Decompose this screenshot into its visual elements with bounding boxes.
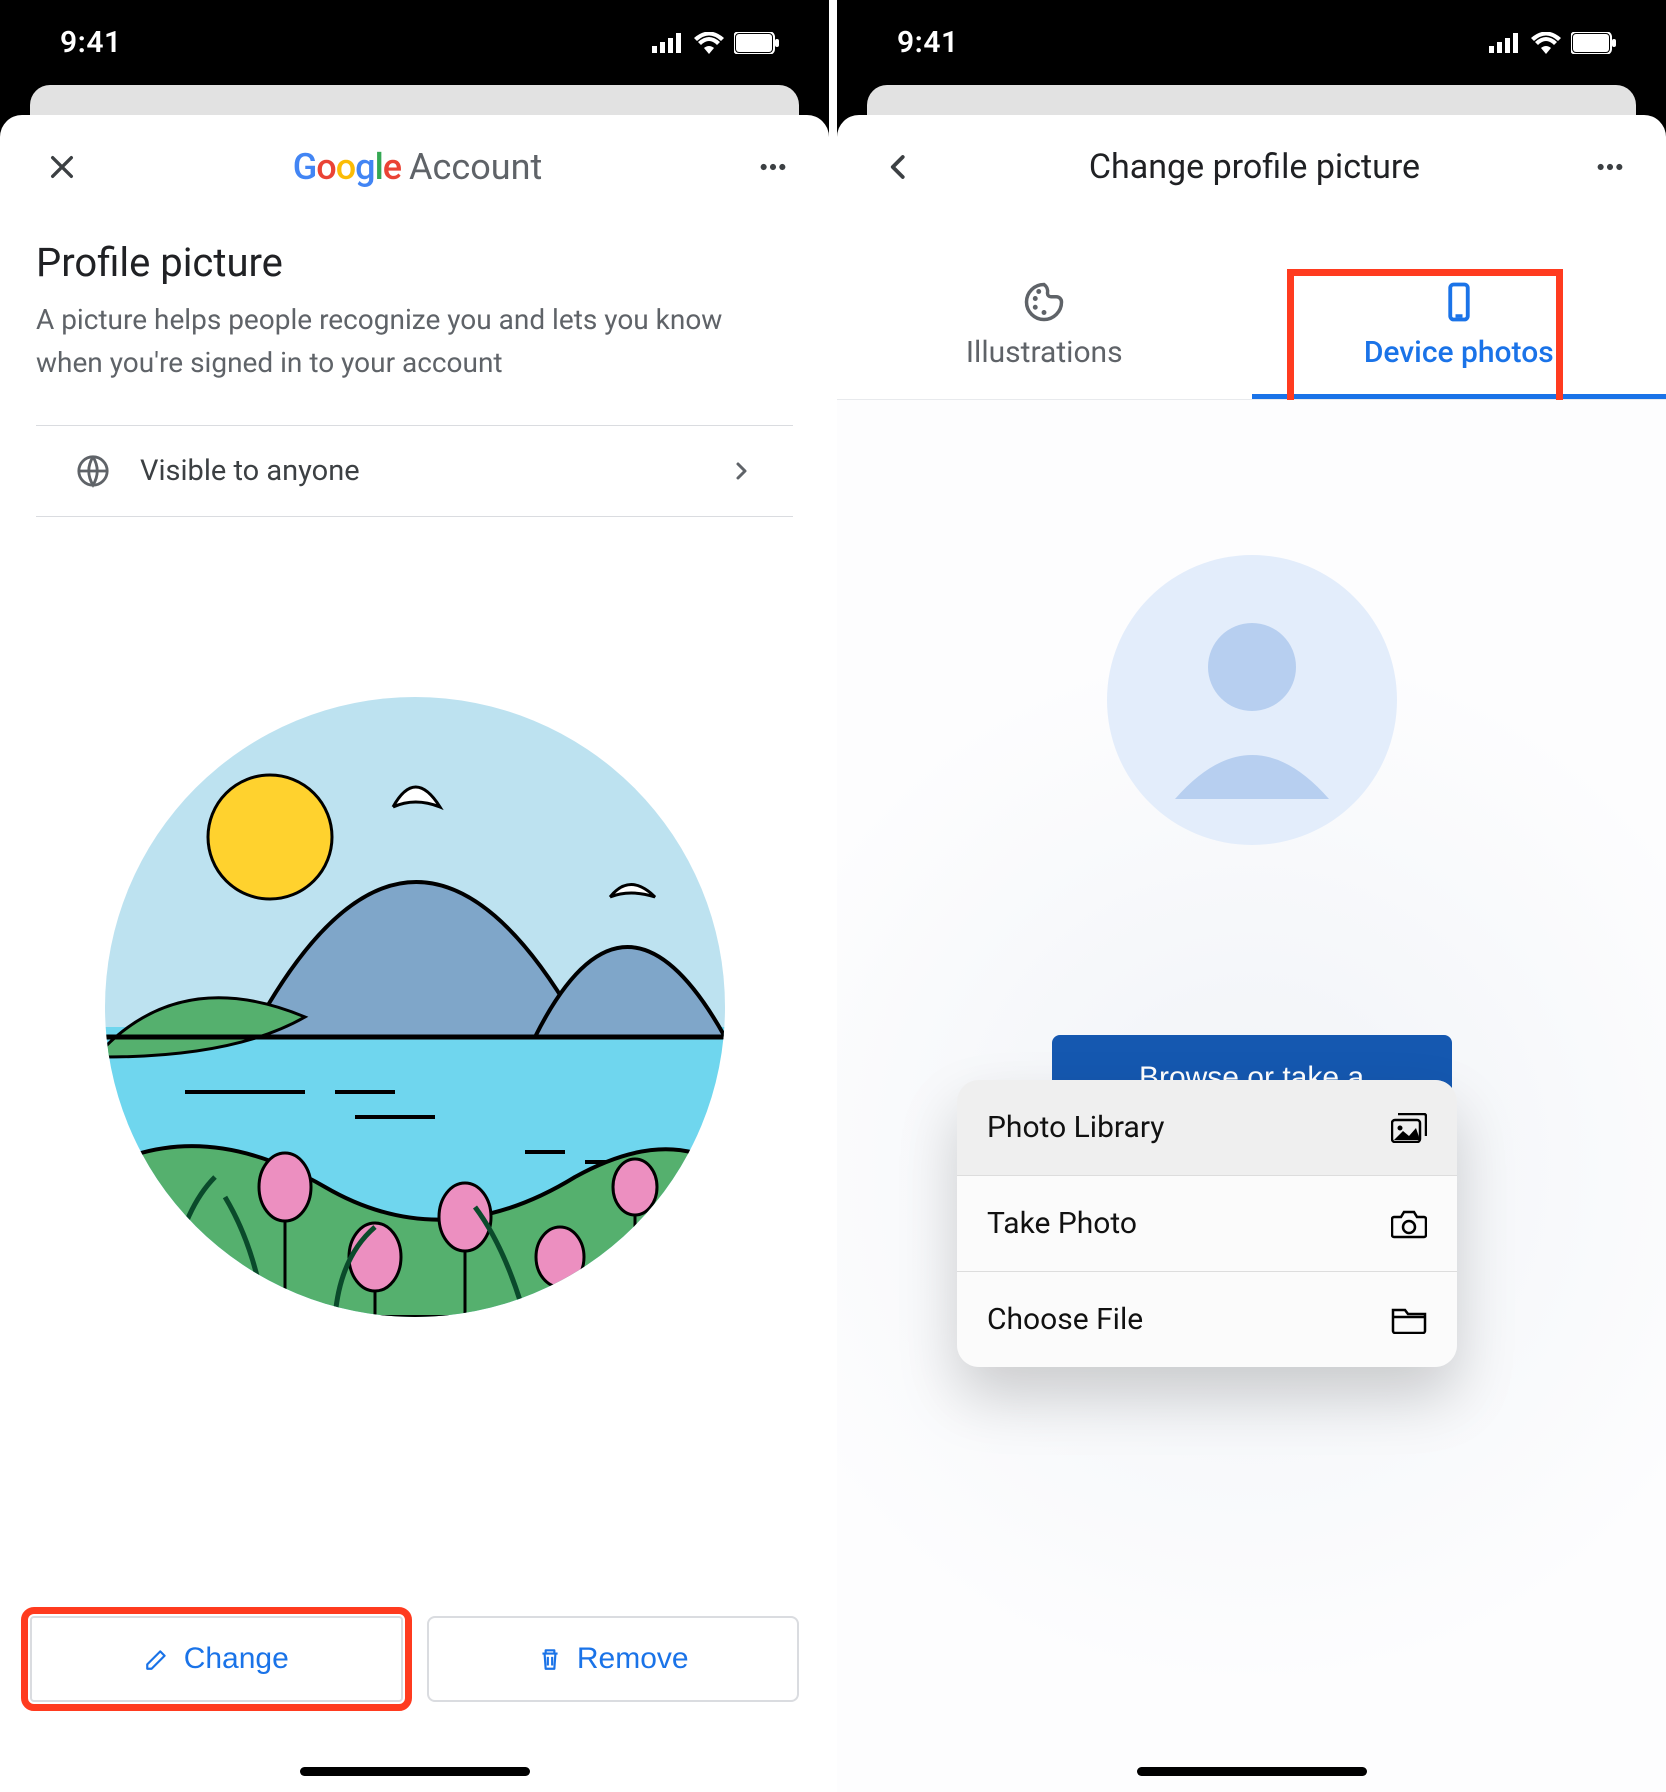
change-button[interactable]: Change	[30, 1616, 403, 1702]
battery-icon	[1571, 32, 1616, 54]
page-title: Change profile picture	[923, 147, 1586, 187]
more-horizontal-icon	[1594, 151, 1626, 183]
palette-icon	[1023, 281, 1065, 323]
status-bar: 9:41	[837, 0, 1666, 85]
avatar-container	[0, 697, 829, 1317]
camera-icon	[1391, 1209, 1427, 1239]
back-button[interactable]	[875, 143, 923, 191]
header-title: Google Account	[86, 146, 749, 188]
landscape-illustration-icon	[105, 697, 725, 1317]
battery-icon	[734, 32, 779, 54]
person-silhouette-icon	[1142, 590, 1362, 810]
more-button[interactable]	[749, 143, 797, 191]
close-button[interactable]	[38, 143, 86, 191]
close-icon	[46, 151, 78, 183]
visibility-label: Visible to anyone	[140, 454, 360, 488]
wifi-icon	[694, 32, 724, 54]
background-sheet-stub	[867, 85, 1636, 115]
tabs: Illustrations Device photos	[837, 261, 1666, 400]
tab-device-label: Device photos	[1364, 335, 1554, 370]
header: Change profile picture	[837, 115, 1666, 211]
tab-illustrations-label: Illustrations	[966, 335, 1123, 370]
section-title: Profile picture	[0, 211, 829, 298]
more-button[interactable]	[1586, 143, 1634, 191]
section-description: A picture helps people recognize you and…	[0, 298, 829, 425]
smartphone-icon	[1438, 281, 1480, 323]
photos-icon	[1391, 1113, 1427, 1143]
bottom-button-row: Change Remove	[0, 1616, 829, 1702]
home-indicator[interactable]	[300, 1767, 530, 1776]
tab-illustrations[interactable]: Illustrations	[837, 261, 1252, 399]
menu-photo-library-label: Photo Library	[987, 1110, 1164, 1145]
status-icons	[652, 32, 779, 54]
wifi-icon	[1531, 32, 1561, 54]
menu-photo-library[interactable]: Photo Library	[957, 1080, 1457, 1176]
google-logo: Google	[293, 146, 401, 188]
menu-choose-file-label: Choose File	[987, 1302, 1143, 1337]
home-indicator[interactable]	[1137, 1767, 1367, 1776]
menu-take-photo[interactable]: Take Photo	[957, 1176, 1457, 1272]
profile-picture	[105, 697, 725, 1317]
globe-icon	[76, 454, 110, 488]
remove-button[interactable]: Remove	[427, 1616, 800, 1702]
account-word: Account	[409, 146, 542, 188]
remove-label: Remove	[577, 1642, 689, 1676]
background-sheet-stub	[30, 85, 799, 115]
more-horizontal-icon	[757, 151, 789, 183]
modal-sheet: Change profile picture Illustrations Dev…	[837, 115, 1666, 1792]
modal-sheet: Google Account Profile picture A picture…	[0, 115, 829, 1792]
header: Google Account	[0, 115, 829, 211]
folder-icon	[1391, 1306, 1427, 1334]
menu-choose-file[interactable]: Choose File	[957, 1272, 1457, 1367]
phone-screen-left: 9:41 Google Account Profile picture A pi…	[0, 0, 833, 1792]
trash-icon	[537, 1646, 563, 1672]
cellular-icon	[1489, 33, 1521, 53]
status-time: 9:41	[60, 25, 122, 60]
cellular-icon	[652, 33, 684, 53]
chevron-right-icon	[729, 459, 753, 483]
action-menu: Photo Library Take Photo Choose File	[957, 1080, 1457, 1367]
tab-device-photos[interactable]: Device photos	[1252, 261, 1666, 399]
status-time: 9:41	[897, 25, 959, 60]
placeholder-avatar	[1107, 555, 1397, 845]
change-label: Change	[184, 1642, 289, 1676]
status-bar: 9:41	[0, 0, 829, 85]
chevron-left-icon	[884, 152, 914, 182]
status-icons	[1489, 32, 1616, 54]
phone-screen-right: 9:41 Change profile picture Illustration…	[833, 0, 1666, 1792]
menu-take-photo-label: Take Photo	[987, 1206, 1137, 1241]
pencil-icon	[144, 1646, 170, 1672]
visibility-row[interactable]: Visible to anyone	[36, 425, 793, 517]
